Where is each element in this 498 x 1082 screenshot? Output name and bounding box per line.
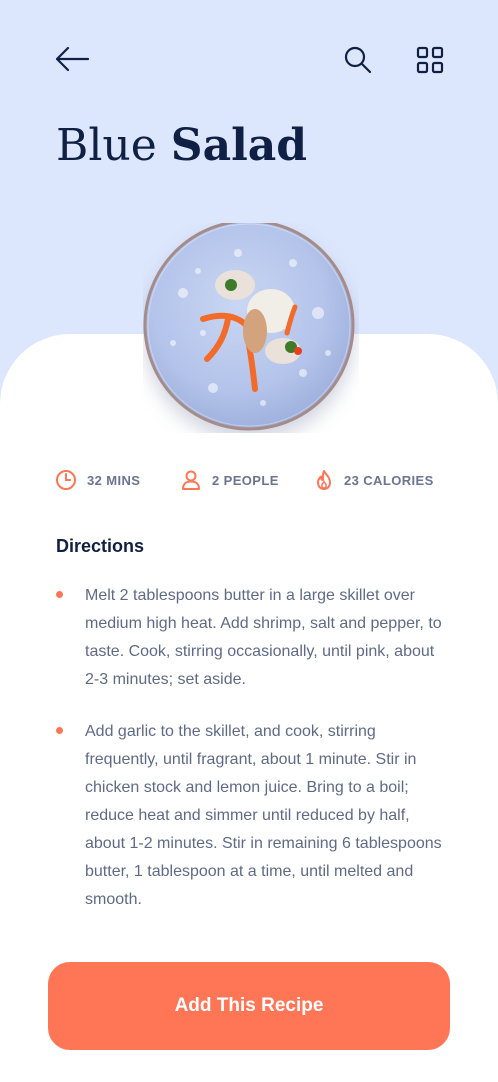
person-icon: [182, 470, 200, 490]
dish-image: [143, 219, 359, 433]
direction-step: Melt 2 tablespoons butter in a large ski…: [56, 582, 446, 694]
flame-icon: [317, 470, 331, 490]
add-recipe-button[interactable]: Add This Recipe: [48, 962, 450, 1050]
title-light-word: Blue: [56, 120, 157, 171]
meta-calories: 23 CALORIES: [314, 466, 434, 494]
meta-people: 2 PEOPLE: [180, 466, 279, 494]
menu-grid-button[interactable]: [414, 44, 446, 76]
meta-time-label: 32 MINS: [87, 472, 141, 488]
direction-step: Add garlic to the skillet, and cook, sti…: [56, 718, 446, 914]
grid-icon: [416, 46, 444, 74]
arrow-left-icon: [55, 46, 90, 72]
bullet-dot: [56, 727, 63, 734]
back-button[interactable]: [52, 42, 92, 76]
meta-time: 32 MINS: [55, 466, 140, 494]
direction-step-text: Melt 2 tablespoons butter in a large ski…: [85, 587, 442, 688]
search-button[interactable]: [342, 44, 374, 76]
directions-title: Directions: [56, 536, 145, 556]
bullet-dot: [56, 591, 63, 598]
meta-people-label: 2 PEOPLE: [212, 472, 279, 488]
directions-list: Melt 2 tablespoons butter in a large ski…: [56, 582, 446, 938]
search-icon: [344, 46, 372, 74]
direction-step-text: Add garlic to the skillet, and cook, sti…: [85, 723, 442, 908]
title-bold-word: Salad: [170, 120, 308, 171]
clock-icon: [56, 470, 76, 490]
page-title: Blue Salad: [56, 118, 307, 174]
meta-calories-label: 23 CALORIES: [344, 472, 434, 488]
